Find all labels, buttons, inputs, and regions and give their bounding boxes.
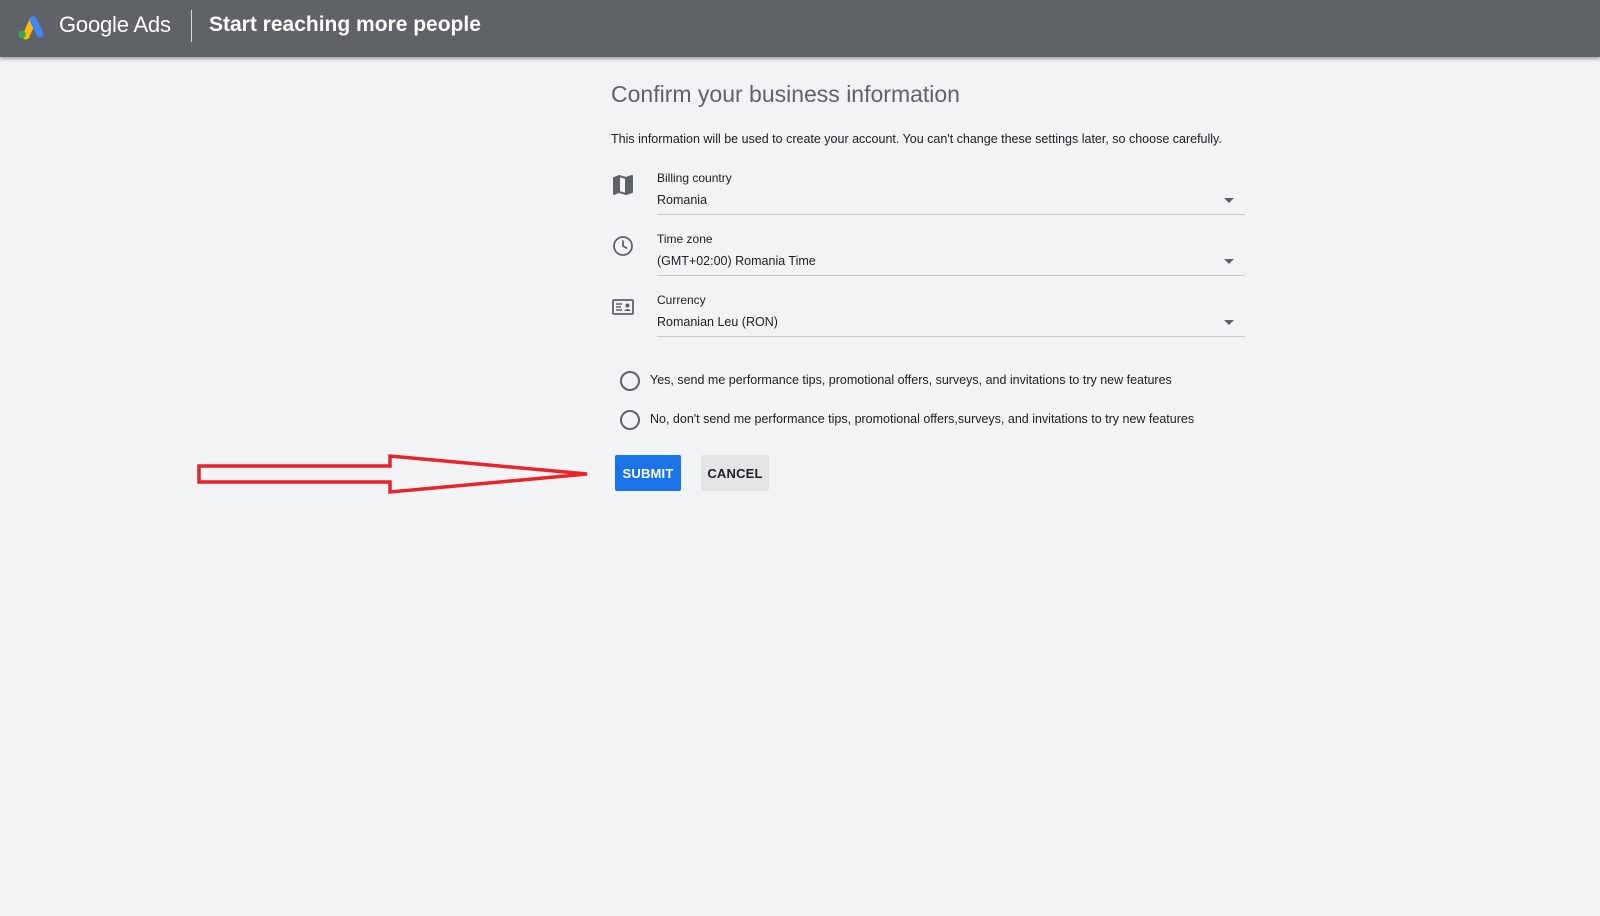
app-title: Start reaching more people — [209, 13, 481, 36]
brand-name[interactable]: Google Ads — [59, 12, 171, 38]
currency-card-icon — [612, 299, 634, 315]
dropdown-arrow-icon[interactable] — [1224, 198, 1234, 203]
time-zone-select[interactable]: Time zone (GMT+02:00) Romania Time — [611, 232, 1245, 280]
dropdown-arrow-icon[interactable] — [1224, 320, 1234, 325]
time-zone-value: (GMT+02:00) Romania Time — [657, 254, 816, 268]
billing-country-value: Romania — [657, 193, 708, 207]
submit-button[interactable]: SUBMIT — [615, 455, 681, 491]
dropdown-arrow-icon[interactable] — [1224, 259, 1234, 264]
opt-out-label[interactable]: No, don't send me performance tips, prom… — [650, 412, 1194, 426]
billing-country-label: Billing country — [657, 171, 732, 185]
page-title: Confirm your business information — [611, 81, 960, 107]
clock-icon — [613, 236, 633, 256]
header-divider — [191, 10, 192, 42]
google-ads-logo-icon[interactable] — [16, 12, 46, 40]
field-underline — [657, 275, 1245, 276]
map-icon — [613, 175, 633, 195]
currency-select[interactable]: Currency Romanian Leu (RON) — [611, 293, 1245, 341]
currency-value: Romanian Leu (RON) — [657, 315, 778, 329]
time-zone-label: Time zone — [657, 232, 713, 246]
radio-button[interactable] — [620, 371, 640, 391]
billing-country-select[interactable]: Billing country Romania — [611, 171, 1245, 219]
radio-button[interactable] — [620, 410, 640, 430]
top-app-bar: Google Ads Start reaching more people — [0, 0, 1600, 57]
currency-label: Currency — [657, 293, 706, 307]
field-underline — [657, 214, 1245, 215]
opt-in-label[interactable]: Yes, send me performance tips, promotion… — [650, 373, 1172, 387]
cancel-button[interactable]: CANCEL — [701, 455, 769, 491]
intro-text: This information will be used to create … — [611, 132, 1222, 146]
field-underline — [657, 336, 1245, 337]
red-arrow-annotation-icon — [197, 454, 588, 494]
